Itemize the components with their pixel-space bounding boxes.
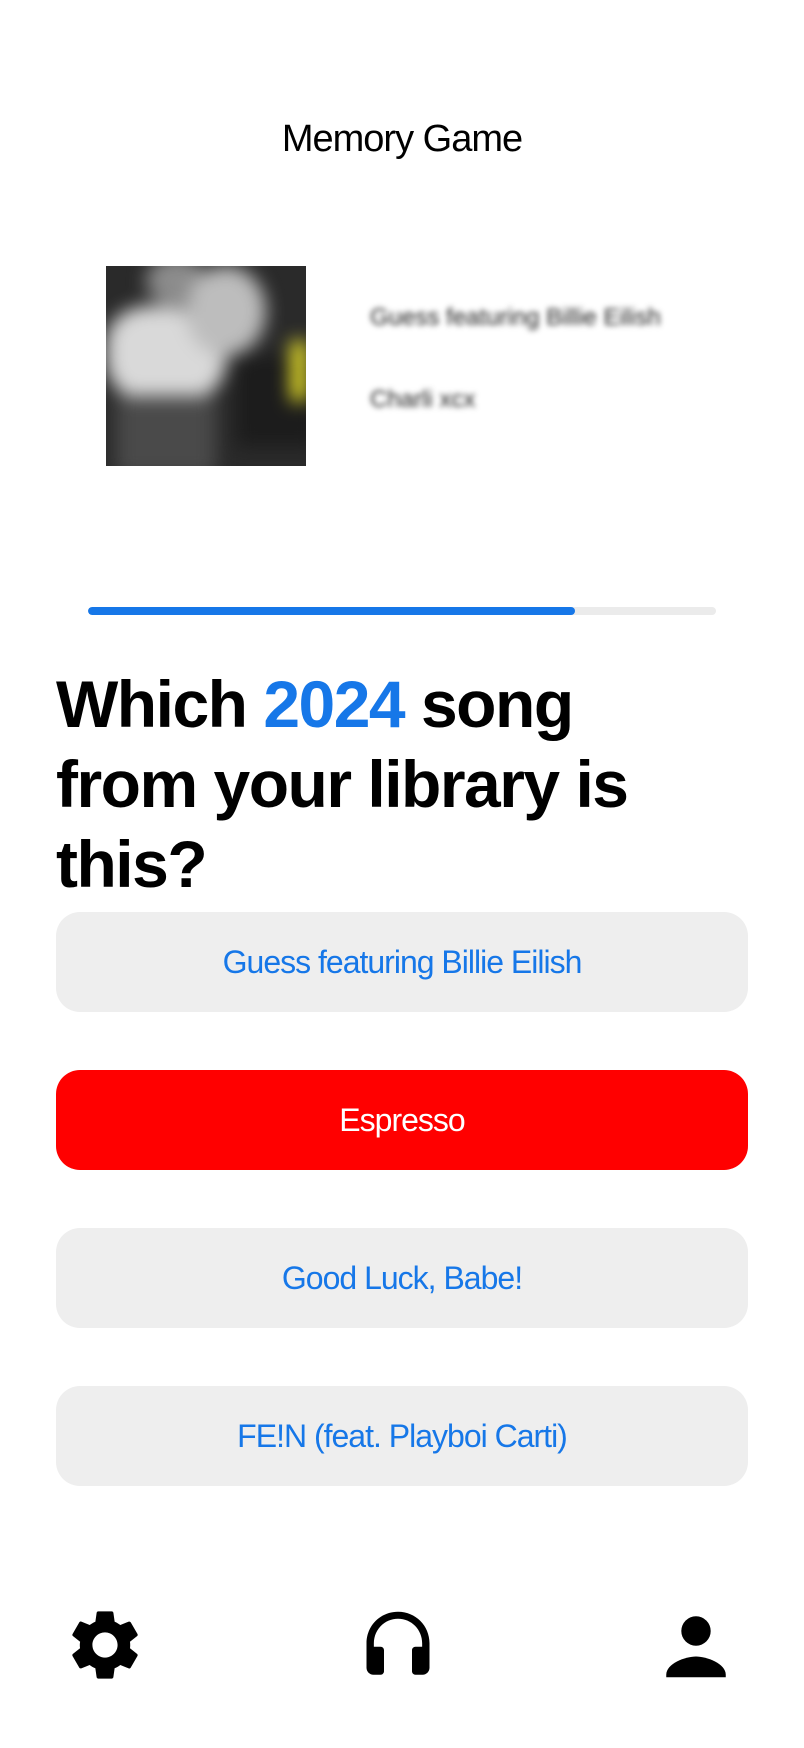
gear-icon[interactable] bbox=[60, 1600, 150, 1690]
track-title: Guess featuring Billie Eilish bbox=[370, 304, 661, 331]
page-title: Memory Game bbox=[281, 118, 523, 160]
answer-option-4[interactable]: FE!N (feat. Playboi Carti) bbox=[56, 1386, 748, 1486]
question-year: 2024 bbox=[263, 667, 405, 741]
game-progress-bar bbox=[88, 607, 716, 615]
question-suffix: song bbox=[404, 667, 574, 741]
album-art bbox=[106, 266, 306, 466]
person-icon[interactable] bbox=[651, 1600, 741, 1690]
answer-option-3[interactable]: Good Luck, Babe! bbox=[56, 1228, 748, 1328]
now-playing-card: Guess featuring Billie Eilish Charli xcx bbox=[106, 266, 726, 466]
question-line2: from your library is this? bbox=[56, 747, 629, 901]
game-progress-fill bbox=[88, 607, 575, 615]
headphones-icon[interactable] bbox=[353, 1600, 443, 1690]
answer-option-2[interactable]: Espresso bbox=[56, 1070, 748, 1170]
track-artist: Charli xcx bbox=[370, 386, 476, 413]
question-prefix: Which bbox=[56, 667, 264, 741]
answer-list: Guess featuring Billie Eilish Espresso G… bbox=[56, 912, 748, 1544]
bottom-nav bbox=[0, 1600, 804, 1690]
answer-option-1[interactable]: Guess featuring Billie Eilish bbox=[56, 912, 748, 1012]
question-text: Which 2024 song from your library is thi… bbox=[56, 664, 756, 904]
